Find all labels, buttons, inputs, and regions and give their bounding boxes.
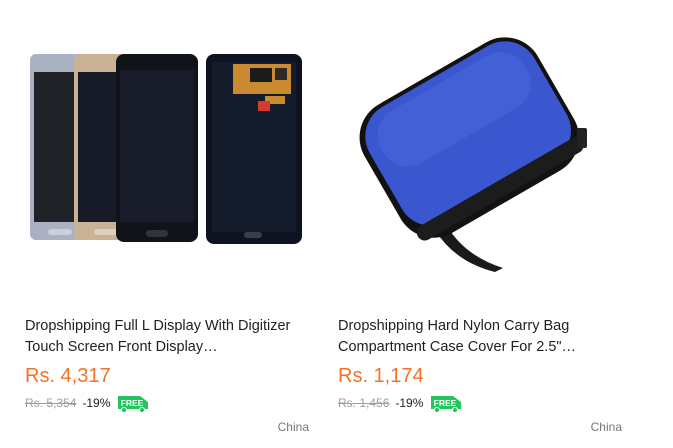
product-title[interactable]: Dropshipping Hard Nylon Carry Bag Compar…	[338, 316, 620, 358]
discount-label: -19%	[395, 396, 424, 410]
product-price: Rs. 1,174	[338, 365, 424, 387]
product-image[interactable]	[12, 0, 312, 300]
phone-screens-image	[30, 54, 302, 244]
product-card[interactable]: Dropshipping Hard Nylon Carry Bag Compar…	[325, 0, 625, 448]
discount-label: -19%	[82, 396, 111, 410]
free-shipping-badge: FREE	[429, 393, 463, 413]
free-badge-text: FREE	[434, 398, 457, 408]
product-price: Rs. 4,317	[25, 365, 111, 387]
product-grid: Dropshipping Full L Display With Digitiz…	[0, 0, 673, 448]
product-location: China	[590, 420, 622, 434]
original-price: Rs. 1,456	[338, 396, 390, 410]
price-details: Rs. 1,456 -19% FREE	[338, 393, 463, 413]
original-price: Rs. 5,354	[25, 396, 77, 410]
price-details: Rs. 5,354 -19% FREE	[25, 393, 150, 413]
product-image[interactable]	[325, 0, 625, 300]
free-shipping-badge: FREE	[116, 393, 150, 413]
product-location: China	[277, 420, 309, 434]
product-card[interactable]: Dropshipping Full L Display With Digitiz…	[12, 0, 312, 448]
truck-icon: FREE	[118, 396, 149, 413]
product-title[interactable]: Dropshipping Full L Display With Digitiz…	[25, 316, 307, 358]
free-badge-text: FREE	[121, 398, 144, 408]
blue-case-image	[359, 37, 587, 272]
truck-icon: FREE	[431, 396, 462, 413]
